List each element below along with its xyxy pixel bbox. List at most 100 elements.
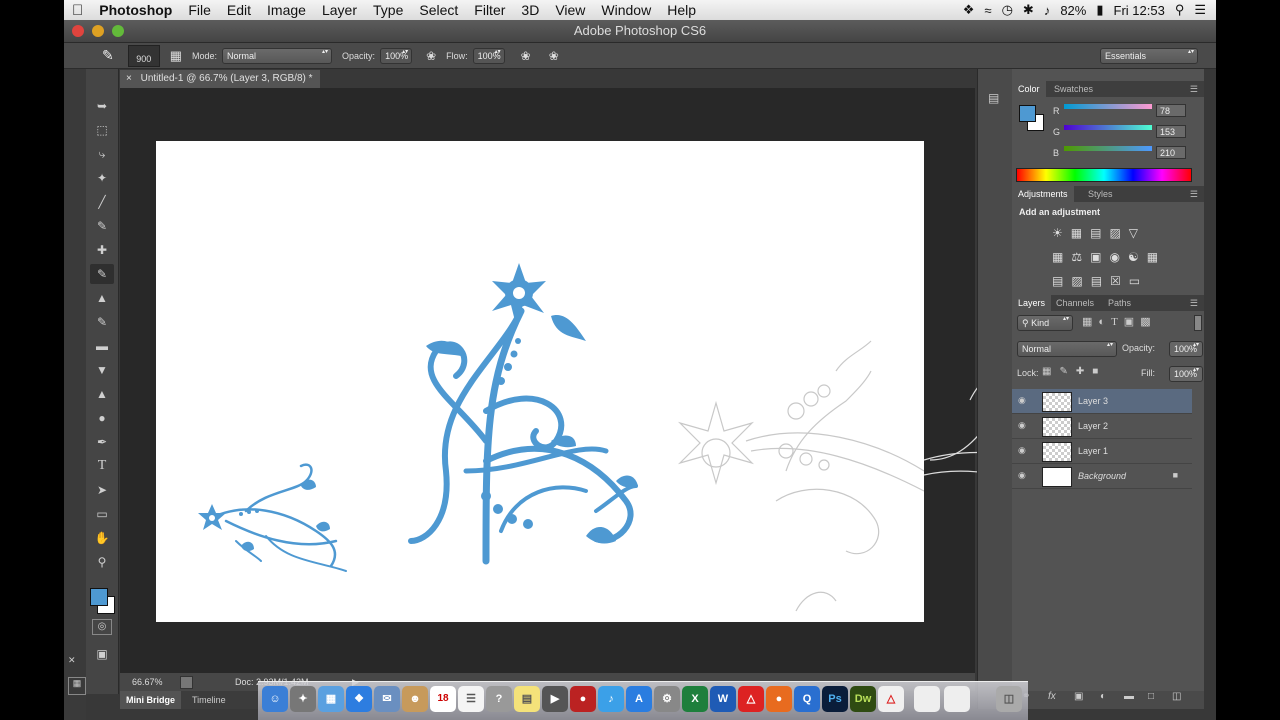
g-value[interactable]: 153 [1156,125,1186,138]
word-icon[interactable]: W [710,686,736,712]
airbrush-icon[interactable]: ❀ [521,49,531,63]
brush-tool-preset-icon[interactable]: ✎ [102,47,114,64]
notification-center-icon[interactable]: ☰ [1194,2,1206,18]
color-balance-icon[interactable]: ⚖ [1071,250,1090,264]
filter-smart-icon[interactable]: ▩ [1140,316,1156,328]
tab-color[interactable]: Color [1012,81,1046,97]
clone-stamp-tool-icon[interactable]: ▲ [90,288,114,308]
wifi-icon[interactable]: ≈ [984,3,991,18]
eraser-tool-icon[interactable]: ▬ [90,336,114,356]
trash-icon[interactable]: ◫ [996,686,1022,712]
color-fg-swatch[interactable] [1019,105,1036,122]
close-tab-icon[interactable]: × [126,73,132,84]
brightness-icon[interactable]: ☀ [1052,226,1071,240]
lock-transparency-icon[interactable]: ▦ [1042,366,1059,377]
menu-window[interactable]: Window [593,2,659,18]
tab-mini-bridge[interactable]: Mini Bridge [120,691,181,709]
finder-icon[interactable]: ☺ [262,686,288,712]
tab-styles[interactable]: Styles [1082,186,1119,202]
lock-pixels-icon[interactable]: ✎ [1059,366,1075,377]
layers-menu-icon[interactable]: ☰ [1190,295,1198,311]
layer-opacity-field[interactable]: 100% [1169,341,1203,357]
eyedropper-tool-icon[interactable]: ✎ [90,216,114,236]
hue-saturation-icon[interactable]: ▦ [1052,250,1071,264]
photoshop-icon[interactable]: Ps [822,686,848,712]
healing-brush-tool-icon[interactable]: ✚ [90,240,114,260]
battery-percent[interactable]: 82% [1060,3,1086,18]
invert-icon[interactable]: ▤ [1052,274,1071,288]
help-icon[interactable]: ? [486,686,512,712]
bluetooth-icon[interactable]: ✱ [1023,2,1034,18]
color-spectrum-ramp[interactable] [1016,168,1192,182]
zoom-level[interactable]: 66.67% [132,673,163,691]
levels-icon[interactable]: ▦ [1071,226,1090,240]
history-panel-icon[interactable]: ▤ [988,91,999,105]
magic-wand-tool-icon[interactable]: ✦ [90,168,114,188]
screen-mode-icon[interactable]: ▣ [90,644,114,664]
contacts-icon[interactable]: ☻ [402,686,428,712]
visibility-icon[interactable]: ◉ [1018,395,1026,406]
battery-icon[interactable]: ▮ [1096,2,1103,18]
visibility-icon[interactable]: ◉ [1018,470,1026,481]
clock[interactable]: Fri 12:53 [1114,3,1165,18]
pressure-size-icon[interactable]: ❀ [549,49,559,63]
dropbox-icon[interactable]: ❖ [963,2,975,18]
curves-icon[interactable]: ▤ [1090,226,1109,240]
flow-field[interactable]: 100% [472,47,505,64]
brush-size-picker[interactable]: 900 [127,44,160,67]
menu-3d[interactable]: 3D [513,2,547,18]
minimized-window-icon[interactable] [914,686,940,712]
menu-help[interactable]: Help [659,2,704,18]
reminders-icon[interactable]: ☰ [458,686,484,712]
layer-row-background[interactable]: ◉ Background ■ [1012,464,1192,489]
photo-booth-icon[interactable]: ● [570,686,596,712]
lock-all-icon[interactable]: ■ [1092,366,1106,377]
dodge-tool-icon[interactable]: ● [90,408,114,428]
history-brush-tool-icon[interactable]: ✎ [90,312,114,332]
color-lookup-icon[interactable]: ▦ [1147,250,1166,264]
new-adjustment-layer-icon[interactable]: ◐ [1100,691,1106,702]
visibility-icon[interactable]: ◉ [1018,445,1026,456]
vibrance-icon[interactable]: ▽ [1129,226,1146,240]
r-value[interactable]: 78 [1156,104,1186,117]
minimize-window-button[interactable] [92,25,104,37]
new-group-icon[interactable]: ▬ [1124,691,1134,702]
panel-menu-icon[interactable]: ☰ [1190,81,1198,97]
menu-select[interactable]: Select [411,2,466,18]
menu-image[interactable]: Image [259,2,314,18]
document-tab[interactable]: × Untitled-1 @ 66.7% (Layer 3, RGB/8) * [120,70,320,88]
add-mask-icon[interactable]: ▣ [1074,691,1083,702]
pressure-opacity-icon[interactable]: ❀ [426,49,436,63]
excel-icon[interactable]: X [682,686,708,712]
gradient-map-icon[interactable]: ▭ [1129,274,1148,288]
path-selection-tool-icon[interactable]: ➤ [90,480,114,500]
menu-edit[interactable]: Edit [219,2,259,18]
type-tool-icon[interactable]: T [90,456,114,476]
filter-shape-icon[interactable]: ▣ [1124,316,1140,328]
lock-position-icon[interactable]: ✚ [1076,366,1092,377]
menu-view[interactable]: View [547,2,593,18]
r-slider[interactable] [1064,104,1152,109]
tab-adjustments[interactable]: Adjustments [1012,186,1074,202]
foreground-color-swatch[interactable] [90,588,108,606]
volume-icon[interactable]: ♪ [1044,3,1051,18]
calendar-icon[interactable]: 18 [430,686,456,712]
filter-toggle[interactable] [1194,315,1202,331]
mail-icon[interactable]: ✉ [374,686,400,712]
visibility-icon[interactable]: ◉ [1018,420,1026,431]
tab-layers[interactable]: Layers [1012,295,1052,311]
move-tool-icon[interactable]: ➥ [90,96,114,116]
pdf-document-icon[interactable]: △ [878,686,904,712]
tab-channels[interactable]: Channels [1050,295,1100,311]
export-icon[interactable] [180,676,193,689]
opacity-field[interactable]: 100% [380,47,413,64]
layer-row-layer-3[interactable]: ◉ Layer 3 [1012,389,1192,414]
quick-mask-icon[interactable]: ◎ [92,619,112,635]
zoom-tool-icon[interactable]: ⚲ [90,552,114,572]
layer-filter-select[interactable]: ⚲ Kind [1017,315,1073,331]
tab-paths[interactable]: Paths [1102,295,1137,311]
exposure-icon[interactable]: ▨ [1109,226,1128,240]
channel-mixer-icon[interactable]: ☯ [1128,250,1147,264]
filter-pixel-icon[interactable]: ▦ [1082,316,1098,328]
safari-icon[interactable]: ❖ [346,686,372,712]
